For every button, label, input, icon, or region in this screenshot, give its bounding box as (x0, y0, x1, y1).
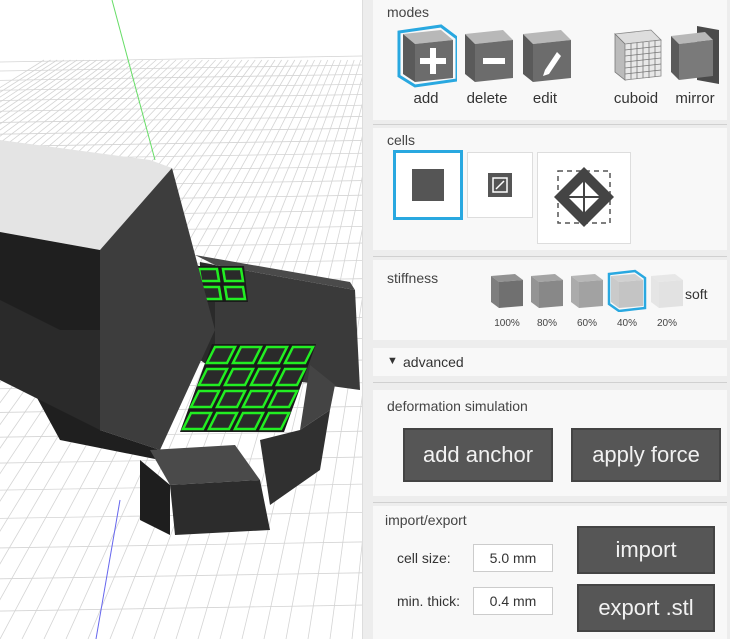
solid-cell-button[interactable] (393, 150, 463, 220)
mirror-mode-label: mirror (675, 90, 715, 107)
apply-force-button[interactable]: apply force (571, 428, 721, 482)
grid-line (0, 94, 362, 101)
stiffness-option[interactable]: 40% (607, 266, 647, 336)
stiffness-cube-icon (491, 274, 523, 308)
cells-section: cells (373, 128, 727, 250)
divider (373, 124, 727, 125)
cuboid-mode-label: cuboid (613, 90, 659, 107)
divider (373, 382, 727, 383)
add-mode-label: add (413, 90, 439, 107)
stiffness-soft-label: soft (685, 286, 708, 302)
mirror-mode-button[interactable]: mirror (667, 24, 723, 114)
stiffness-option[interactable]: 80% (527, 266, 567, 336)
deformation-section: deformation simulation add anchor apply … (373, 390, 727, 496)
import-button[interactable]: import (577, 526, 715, 574)
tool-panel: modes add delete edit cuboid mirror cell… (362, 0, 730, 639)
divider (373, 502, 727, 503)
import-export-title: import/export (385, 512, 467, 528)
edit-mode-button[interactable]: edit (517, 24, 573, 114)
resize-cell-icon (488, 173, 512, 197)
grid-line (0, 541, 362, 549)
add-anchor-button[interactable]: add anchor (403, 428, 553, 482)
cuboid-mode-button[interactable]: cuboid (607, 24, 665, 114)
stiffness-title: stiffness (387, 270, 439, 286)
add-mode-button[interactable]: add (395, 24, 459, 114)
solid-cell-icon (412, 169, 444, 201)
stiffness-level-label: 100% (494, 318, 520, 329)
modes-title: modes (387, 4, 430, 20)
cells-title: cells (387, 132, 416, 148)
add-cube-icon (397, 24, 459, 88)
highlight-cell (223, 285, 247, 301)
cell-size-label: cell size: (397, 550, 451, 566)
min-thick-label: min. thick: (397, 593, 461, 609)
modes-section: modes add delete edit cuboid mirror (373, 0, 727, 120)
resize-cell-button[interactable] (467, 152, 533, 218)
stiffness-cube-icon (651, 274, 683, 308)
cell-size-field[interactable]: 5.0 mm (473, 544, 553, 572)
stiffness-section: stiffness 100% 80% 60% 40% 20% soft (373, 260, 727, 340)
stiffness-cube-icon (571, 274, 603, 308)
import-export-section: import/export cell size: 5.0 mm min. thi… (373, 506, 727, 639)
advanced-toggle[interactable]: ▼ advanced (373, 348, 727, 376)
diamond-cell-icon (554, 167, 614, 227)
3d-viewport[interactable] (0, 0, 362, 639)
deformation-title: deformation simulation (387, 398, 528, 414)
delete-mode-label: delete (466, 90, 508, 107)
stiffness-level-label: 60% (576, 318, 597, 329)
stiffness-option[interactable]: 100% (487, 266, 527, 336)
stiffness-option[interactable]: 60% (567, 266, 607, 336)
grid-line (0, 604, 362, 612)
min-thick-field[interactable]: 0.4 mm (473, 587, 553, 615)
stiffness-level-label: 80% (536, 318, 557, 329)
stiffness-level-label: 20% (656, 318, 677, 329)
z-axis-line (95, 499, 121, 639)
grid-line (0, 116, 362, 123)
cuboid-grid-icon (614, 29, 662, 81)
highlight-cell (197, 267, 221, 283)
stiffness-option[interactable]: 20% (647, 266, 687, 336)
delete-cube-icon (465, 30, 513, 82)
divider (373, 256, 727, 257)
advanced-label: advanced (403, 354, 464, 370)
stiffness-cube-icon (607, 269, 647, 313)
stiffness-cube-icon (531, 274, 563, 308)
delete-mode-button[interactable]: delete (459, 24, 515, 114)
triangle-down-icon: ▼ (387, 355, 398, 367)
mirror-cube-icon (671, 26, 719, 84)
highlight-cell (221, 267, 245, 283)
export-stl-button[interactable]: export .stl (577, 584, 715, 632)
diamond-cell-button[interactable] (537, 152, 631, 244)
scene-canvas[interactable] (0, 0, 362, 639)
stiffness-level-label: 40% (616, 318, 637, 329)
grid-line (0, 127, 362, 135)
edit-mode-label: edit (532, 90, 558, 107)
edit-cube-icon (523, 30, 571, 82)
